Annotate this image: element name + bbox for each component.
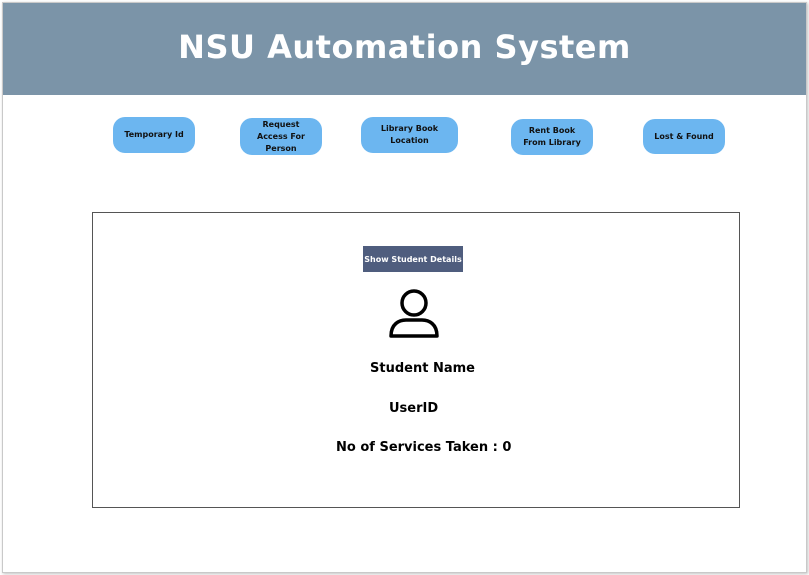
user-icon — [389, 289, 439, 338]
temporary-id-label: Temporary Id — [124, 130, 184, 139]
rent-book-button[interactable]: Rent Book From Library — [511, 119, 593, 155]
header-bar: NSU Automation System — [3, 3, 806, 95]
request-access-button[interactable]: Request Access For Person — [240, 118, 322, 155]
app-window: NSU Automation System Temporary Id Reque… — [2, 2, 807, 573]
show-student-details-button[interactable]: Show Student Details — [363, 246, 463, 272]
lost-and-found-button[interactable]: Lost & Found — [643, 119, 725, 154]
request-access-label: Request Access For Person — [257, 119, 305, 153]
lost-and-found-label: Lost & Found — [654, 131, 714, 141]
library-book-location-button[interactable]: Library Book Location — [361, 117, 458, 153]
show-student-details-label: Show Student Details — [364, 254, 462, 264]
student-details-panel: Show Student Details Student Name UserID… — [92, 212, 740, 508]
temporary-id-button[interactable]: Temporary Id — [113, 117, 195, 153]
library-book-location-label: Library Book Location — [380, 124, 439, 145]
rent-book-label: Rent Book From Library — [523, 126, 581, 147]
user-id: UserID — [389, 401, 439, 416]
services-taken-count: No of Services Taken : 0 — [336, 440, 512, 455]
page-title: NSU Automation System — [178, 28, 631, 66]
student-name: Student Name — [370, 361, 475, 376]
